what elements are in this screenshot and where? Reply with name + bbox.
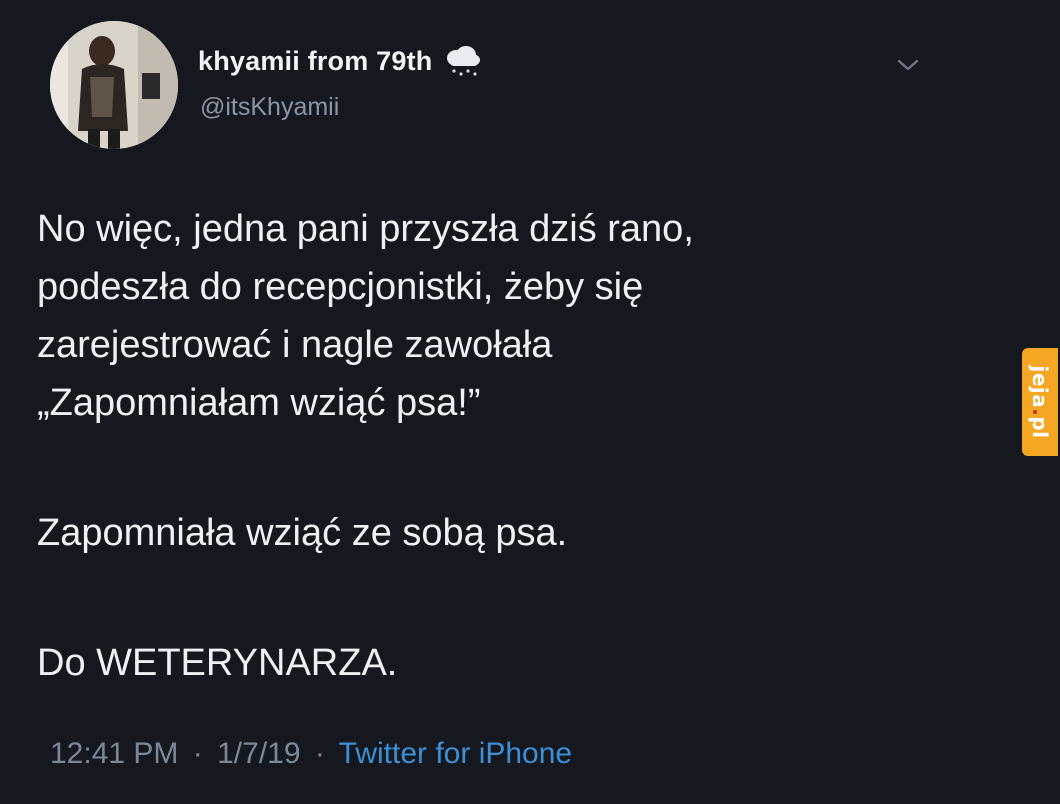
watermark-dot: . [1028, 408, 1052, 417]
tweet-text-line: Do WETERYNARZA. [37, 642, 398, 684]
user-handle[interactable]: @itsKhyamii [200, 93, 339, 122]
cloud-snow-icon [442, 44, 482, 78]
watermark-tld: pl [1028, 416, 1052, 439]
meta-separator: · [192, 737, 203, 770]
tweet-date[interactable]: 1/7/19 [217, 737, 300, 770]
display-name[interactable]: khyamii from 79th [198, 46, 432, 77]
tweet-text-line: No więc, jedna pani przyszła dziś rano, [37, 208, 694, 250]
tweet-text-line: podeszła do recepcjonistki, żeby się [37, 266, 644, 308]
tweet-text-line: zarejestrować i nagle zawołała [37, 324, 553, 366]
chevron-down-icon[interactable] [893, 54, 923, 76]
meta-separator: · [314, 737, 325, 770]
tweet-card: khyamii from 79th @itsKhyamii No więc, j… [0, 0, 1060, 804]
tweet-text-line: „Zapomniałam wziąć psa!” [37, 382, 481, 424]
watermark-brand: jeja [1028, 365, 1052, 409]
tweet-text: No więc, jedna pani przyszła dziś rano, … [37, 200, 937, 692]
avatar-photo [50, 21, 178, 149]
author-name-row: khyamii from 79th [198, 43, 482, 79]
tweet-meta: 12:41 PM · 1/7/19 · Twitter for iPhone [50, 737, 572, 771]
watermark-text: jeja.pl [1028, 365, 1052, 438]
tweet-source-link[interactable]: Twitter for iPhone [339, 737, 572, 770]
watermark-logo: jeja.pl [1022, 348, 1058, 456]
tweet-time[interactable]: 12:41 PM [50, 737, 178, 770]
avatar[interactable] [50, 21, 178, 149]
tweet-text-line: Zapomniała wziąć ze sobą psa. [37, 512, 568, 554]
